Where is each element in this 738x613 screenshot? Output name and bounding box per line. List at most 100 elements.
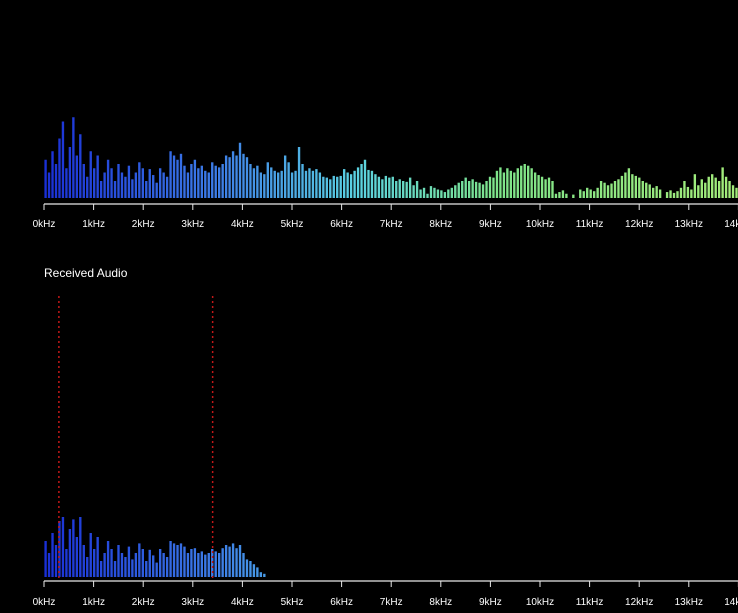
spectrum-bar	[58, 521, 61, 577]
spectrum-bar	[124, 176, 127, 198]
spectrum-bar	[412, 185, 415, 198]
spectrum-bar	[245, 157, 249, 198]
spectrum-bar	[370, 170, 374, 198]
spectrum-bar	[148, 549, 151, 577]
x-tick-label: 10kHz	[526, 219, 554, 230]
spectrum-analyzer: 0kHz 1kHz 2kHz 3kHz 4kHz 5kHz 6kHz 7kHz 8kHz 9kHz…	[33, 117, 738, 608]
spectrum-bar	[679, 187, 683, 198]
spectrum-bar	[627, 168, 631, 198]
spectrum-bar	[93, 549, 96, 577]
spectrum-bar	[356, 167, 360, 198]
spectrum-bar	[402, 181, 405, 198]
x-tick-label: 6kHz	[330, 597, 353, 608]
spectrum-bar	[499, 167, 502, 198]
spectrum-bar	[252, 168, 256, 198]
spectrum-bar	[99, 561, 103, 577]
spectrum-bar	[405, 181, 408, 198]
x-tick-label: 3kHz	[181, 219, 204, 230]
spectrum-bar	[72, 519, 75, 577]
spectrum-bar	[502, 172, 506, 198]
spectrum-bar	[263, 174, 266, 198]
spectrum-bar	[231, 151, 235, 198]
spectrum-bar	[669, 190, 672, 198]
spectrum-bar	[613, 181, 617, 198]
spectrum-bar	[471, 179, 474, 198]
spectrum-bar	[658, 189, 662, 198]
spectrum-bar	[242, 553, 245, 577]
spectrum-bar	[228, 546, 231, 577]
spectrum-bar	[179, 543, 183, 577]
x-tick-label: 9kHz	[479, 219, 502, 230]
x-tick-label: 7kHz	[380, 597, 403, 608]
spectrum-bar	[68, 147, 72, 198]
spectrum-bar	[148, 169, 151, 198]
spectrum-bar	[256, 567, 259, 577]
spectrum-bar	[218, 553, 221, 577]
x-tick-label: 14kHz	[724, 597, 738, 608]
spectrum-bar	[75, 537, 79, 577]
spectrum-bar	[620, 175, 624, 198]
spectrum-bar	[537, 175, 540, 198]
spectrum-bar	[51, 533, 54, 577]
spectrum-bar	[54, 545, 58, 577]
x-tick-label: 3kHz	[181, 597, 204, 608]
spectrum-bar	[113, 561, 117, 577]
spectrum-bar	[197, 553, 200, 577]
spectrum-bar	[221, 548, 224, 577]
spectrum-bar	[429, 186, 433, 198]
spectrum-bar	[165, 557, 169, 577]
spectrum-bar	[190, 549, 193, 577]
spectrum-bar	[652, 187, 655, 198]
spectrum-bar	[228, 157, 231, 198]
spectrum-bar	[89, 533, 92, 577]
spectrum-bar	[221, 164, 224, 198]
spectrum-bar	[297, 147, 301, 198]
spectrum-bar	[509, 170, 513, 198]
spectrum-bar	[224, 155, 228, 198]
spectrum-bar	[186, 172, 190, 198]
spectrum-bar	[172, 543, 176, 577]
spectrum-bar	[113, 181, 117, 198]
spectrum-bar	[676, 191, 679, 198]
spectrum-bar	[266, 162, 269, 198]
spectrum-bar	[72, 117, 75, 198]
x-tick-label: 2kHz	[132, 219, 155, 230]
x-tick-label: 11kHz	[576, 219, 604, 230]
spectrum-bar	[259, 572, 263, 577]
spectrum-bar	[89, 151, 92, 198]
spectrum-bar	[454, 185, 457, 198]
spectrum-bar	[304, 170, 308, 198]
spectrum-bar	[245, 559, 249, 577]
spectrum-bar	[277, 172, 280, 198]
spectrum-bar	[488, 176, 492, 198]
spectrum-bar	[131, 179, 134, 198]
spectrum-bar	[717, 181, 721, 198]
spectrum-bar	[450, 187, 453, 198]
spectrum-bar	[169, 541, 172, 577]
x-tick-label: 12kHz	[625, 597, 653, 608]
spectrum-bar	[190, 164, 193, 198]
x-tick-label: 7kHz	[380, 219, 403, 230]
spectrum-bar	[645, 182, 648, 198]
x-tick-label: 8kHz	[429, 219, 452, 230]
spectrum-bar	[238, 142, 242, 198]
spectrum-bar	[120, 172, 124, 198]
spectrum-bar	[204, 554, 207, 577]
spectrum-bar	[200, 551, 204, 577]
spectrum-bar	[419, 189, 422, 198]
spectrum-bar	[79, 517, 82, 577]
spectrum-bar	[165, 176, 169, 198]
spectrum-bar	[120, 553, 124, 577]
spectrum-bar	[530, 168, 533, 198]
spectrum-bar	[457, 182, 460, 198]
spectrum-bar	[82, 545, 85, 577]
spectrum-bar	[610, 183, 613, 198]
spectrum-bar	[388, 177, 391, 198]
spectrum-bar	[377, 176, 381, 198]
spectrum-bar	[547, 177, 551, 198]
spectrum-bar	[436, 189, 440, 198]
spectrum-bar	[51, 151, 54, 198]
spectrum-bar	[318, 172, 322, 198]
spectrum-bar	[440, 190, 443, 198]
spectrum-bar	[61, 517, 65, 577]
